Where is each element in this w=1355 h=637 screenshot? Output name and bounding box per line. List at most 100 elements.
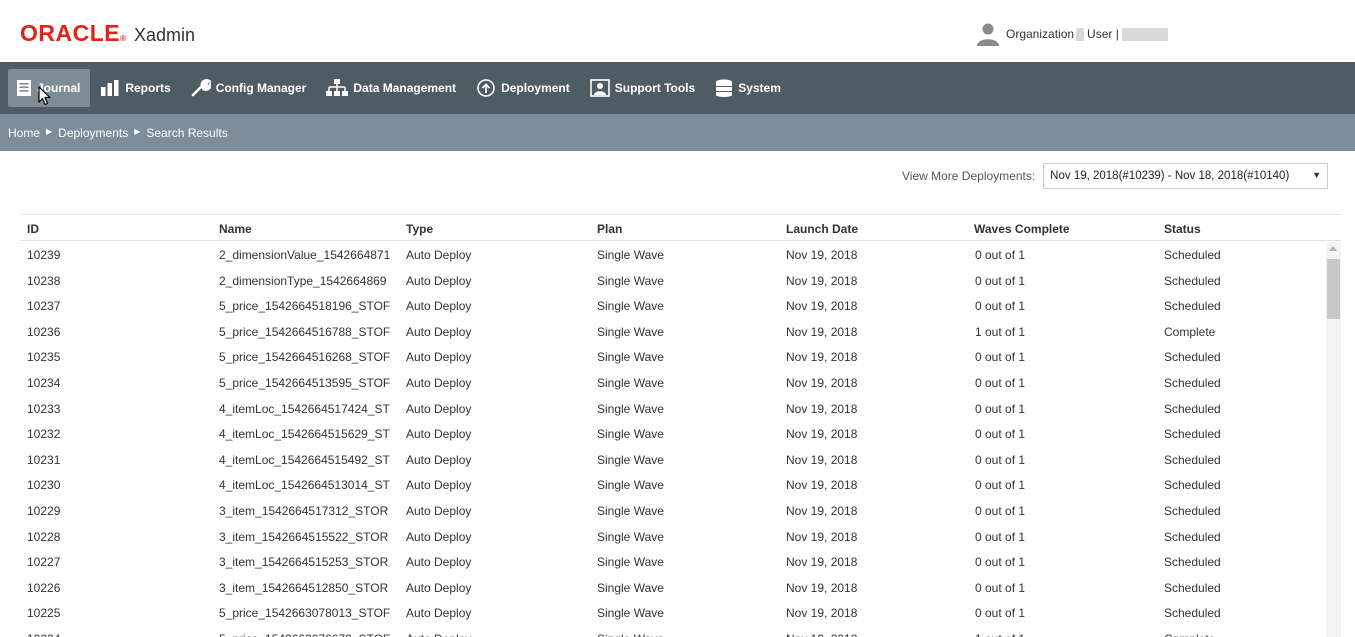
cell-waves-complete: 1 out of 1 [975, 324, 1026, 339]
nav-deployment[interactable]: Deployment [468, 69, 580, 107]
cell-type: Auto Deploy [406, 273, 472, 288]
wrench-icon [191, 79, 211, 97]
table-header: ID Name Type Plan Launch Date Waves Comp… [20, 214, 1341, 241]
header-plan[interactable]: Plan [597, 222, 622, 236]
support-person-icon [589, 79, 610, 97]
table-row[interactable]: 10229 3_item_1542664517312_STOR Auto Deplo… [20, 498, 1326, 524]
cell-status: Complete [1164, 324, 1216, 339]
cell-name: 5_price_1542664516268_STOF [219, 350, 391, 365]
mouse-cursor-icon [38, 86, 51, 106]
nav-config-manager[interactable]: Config Manager [183, 69, 317, 107]
cell-plan: Single Wave [597, 376, 664, 390]
cell-id: 10235 [27, 350, 61, 365]
table-row[interactable]: 10225 5_price_1542663078013_STOF Auto Depl… [20, 600, 1326, 626]
table-row[interactable]: 10233 4_itemLoc_1542664517424_ST Auto Depl… [20, 396, 1326, 422]
breadcrumb-separator-icon: ▶ [46, 127, 53, 136]
organization-label: Organization [1006, 27, 1075, 41]
cell-plan: Single Wave [597, 401, 664, 416]
nav-reports[interactable]: Reports [92, 69, 180, 107]
cell-name: 5_price_1542663078013_STOF [219, 606, 391, 621]
table-row[interactable]: 10236 5_price_1542664516788_STOF Auto Depl… [20, 319, 1326, 345]
cell-waves-complete: 0 out of 1 [975, 555, 1026, 570]
cell-id: 10231 [27, 452, 61, 467]
cell-name: 4_itemLoc_1542664513014_ST [219, 478, 390, 493]
cell-waves-complete: 0 out of 1 [975, 427, 1026, 442]
table-row[interactable]: 10227 3_item_1542664515253_STOR Auto Deplo… [20, 549, 1326, 575]
cell-name: 3_item_1542664517312_STOR [219, 504, 389, 518]
table-scrollbar[interactable] [1326, 242, 1341, 637]
scroll-thumb[interactable] [1327, 259, 1340, 319]
cell-name: 3_item_1542664515253_STOR [219, 555, 389, 570]
cell-type: Auto Deploy [406, 376, 472, 390]
cell-plan: Single Wave [597, 452, 664, 467]
cell-id: 10236 [27, 324, 61, 339]
cell-type: Auto Deploy [406, 427, 472, 442]
user-label: User | [1087, 27, 1119, 41]
nav-label: Support Tools [614, 81, 696, 95]
cell-type: Auto Deploy [406, 401, 472, 416]
table-row[interactable]: 10231 4_itemLoc_1542664515492_ST Auto Depl… [20, 447, 1326, 473]
cell-name: 5_price_1542664518196_STOF [219, 299, 391, 314]
breadcrumb-separator-icon: ▶ [134, 127, 141, 136]
cell-type: Auto Deploy [406, 529, 472, 544]
table-row[interactable]: 10224 5_price_1542663076679_STOFAuto Depl… [20, 626, 1326, 637]
cell-launch-date: Nov 19, 2018 [786, 529, 858, 544]
table-row[interactable]: 10230 4_itemLoc_1542664513014_ST Auto Depl… [20, 472, 1326, 498]
nav-label: Config Manager [215, 81, 307, 95]
breadcrumb: Home ▶ Deployments ▶ Search Results [0, 114, 1355, 151]
table-row[interactable]: 10234 5_price_1542664513595_STOF Auto Depl… [20, 370, 1326, 396]
table-row[interactable]: 10237 5_price_1542664518196_STOF Auto Depl… [20, 293, 1326, 319]
main-nav: Journal Reports Config Manager Data Mana… [0, 62, 1355, 114]
table-row[interactable]: 10238 2_dimensionType_1542664869 Auto Depl… [20, 268, 1326, 294]
hierarchy-icon [326, 79, 349, 96]
cell-plan: Single Wave [597, 273, 664, 288]
table-row[interactable]: 10235 5_price_1542664516268_STOF Auto Depl… [20, 344, 1326, 370]
cell-name: 2_dimensionType_1542664869 [219, 273, 387, 288]
nav-system[interactable]: System [707, 69, 791, 107]
cell-waves-complete: 0 out of 1 [975, 273, 1026, 288]
cell-status: Scheduled [1164, 580, 1221, 595]
cell-plan: Single Wave [597, 350, 664, 365]
cell-status: Scheduled [1164, 452, 1221, 467]
header-id[interactable]: ID [27, 222, 39, 236]
cell-type: Auto Deploy [406, 248, 472, 262]
cell-plan: Single Wave [597, 632, 747, 637]
redacted-username [1121, 27, 1168, 41]
table-row[interactable]: 10232 4_itemLoc_1542664515629_ST Auto Depl… [20, 421, 1326, 447]
database-icon [716, 79, 733, 97]
oracle-logo[interactable]: ORACLE ® Xadmin [20, 20, 195, 47]
user-menu[interactable]: Organization User | [976, 22, 1168, 46]
breadcrumb-home[interactable]: Home [8, 126, 40, 140]
deployment-range-value: Nov 19, 2018(#10239) - Nov 18, 2018(#101… [1050, 170, 1290, 182]
nav-support-tools[interactable]: Support Tools [582, 69, 705, 107]
cell-id: 10234 [27, 376, 61, 390]
cell-status: Scheduled [1164, 478, 1221, 493]
cell-type: Auto Deploy [406, 324, 472, 339]
dropdown-arrow-icon: ▼ [1312, 170, 1322, 180]
deployment-range-select[interactable]: Nov 19, 2018(#10239) - Nov 18, 2018(#101… [1043, 163, 1329, 189]
cell-id: 10233 [27, 401, 61, 416]
cell-plan: Single Wave [597, 324, 664, 339]
cell-status: Scheduled [1164, 273, 1221, 288]
cell-type: Auto Deploy [406, 452, 472, 467]
cell-status: Scheduled [1164, 555, 1221, 570]
breadcrumb-deployments[interactable]: Deployments [58, 126, 128, 140]
cell-type: Auto Deploy [406, 478, 472, 493]
header-status[interactable]: Status [1164, 222, 1201, 236]
cell-launch-date: Nov 19, 2018 [786, 401, 858, 416]
scroll-up-arrow-icon[interactable] [1329, 246, 1337, 251]
cell-plan: Single Wave [597, 504, 664, 518]
table-row[interactable]: 10228 3_item_1542664515522_STOR Auto Deplo… [20, 524, 1326, 550]
cell-waves-complete: 0 out of 1 [975, 299, 1026, 314]
nav-data-management[interactable]: Data Management [318, 69, 466, 107]
header-type[interactable]: Type [406, 222, 433, 236]
cell-name: 5_price_1542664513595_STOF [219, 376, 391, 390]
cell-launch-date: Nov 19, 2018 [786, 376, 858, 390]
table-row[interactable]: 10226 3_item_1542664512850_STOR Auto Deplo… [20, 575, 1326, 601]
header-waves-complete[interactable]: Waves Complete [974, 222, 1070, 236]
cell-launch-date: Nov 19, 2018 [786, 478, 858, 493]
cell-launch-date: Nov 19, 2018 [786, 580, 858, 595]
header-name[interactable]: Name [219, 222, 252, 236]
header-launch-date[interactable]: Launch Date [786, 222, 858, 236]
table-row[interactable]: 10239 2_dimensionValue_1542664871 Auto Dep… [20, 242, 1326, 268]
